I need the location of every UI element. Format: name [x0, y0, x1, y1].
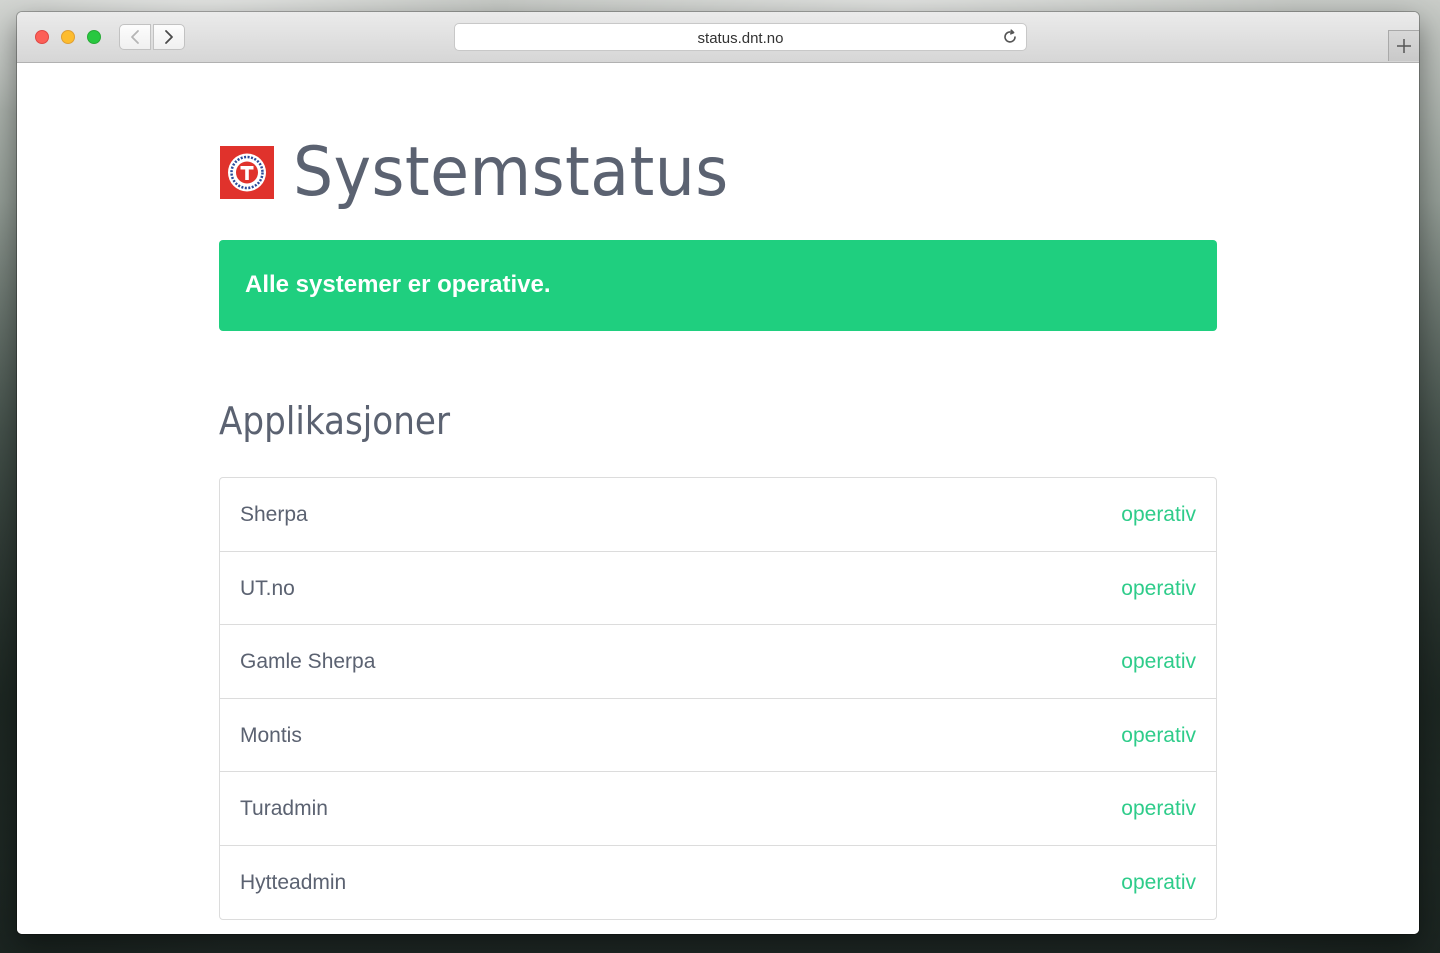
app-name: Hytteadmin	[240, 870, 347, 894]
status-banner: Alle systemer er operative.	[219, 240, 1217, 331]
section-title-applications: Applikasjoner	[219, 399, 451, 443]
browser-window: status.dnt.no Systemstatus Alle systemer…	[17, 12, 1419, 934]
window-zoom-button[interactable]	[87, 30, 101, 44]
status-badge: operativ	[1121, 576, 1196, 600]
list-item: Turadmin operativ	[220, 772, 1216, 846]
dnt-logo[interactable]	[220, 146, 274, 199]
application-list: Sherpa operativ UT.no operativ Gamle She…	[219, 477, 1217, 920]
chevron-left-icon	[131, 30, 139, 44]
status-badge: operativ	[1121, 797, 1196, 820]
list-item: Gamle Sherpa operativ	[220, 625, 1216, 699]
status-banner-text: Alle systemer er operative.	[245, 271, 551, 298]
app-name: Montis	[240, 723, 302, 747]
dnt-logo-icon	[220, 146, 274, 199]
browser-toolbar: status.dnt.no	[17, 12, 1419, 63]
url-text: status.dnt.no	[697, 30, 784, 47]
forward-button[interactable]	[153, 24, 185, 50]
window-close-button[interactable]	[35, 30, 49, 44]
app-name: Sherpa	[240, 503, 308, 526]
window-minimize-button[interactable]	[61, 30, 75, 44]
page-title: Systemstatus	[293, 133, 729, 212]
list-item: Sherpa operativ	[220, 478, 1216, 552]
app-name: UT.no	[240, 576, 295, 600]
page-content: Systemstatus Alle systemer er operative.…	[17, 63, 1419, 934]
status-badge: operativ	[1121, 723, 1196, 747]
reload-icon	[1004, 29, 1016, 43]
list-item: Hytteadmin operativ	[220, 846, 1216, 920]
app-name: Turadmin	[240, 797, 328, 820]
status-badge: operativ	[1121, 650, 1196, 673]
new-tab-button[interactable]	[1388, 30, 1419, 61]
chevron-right-icon	[165, 30, 173, 44]
list-item: Montis operativ	[220, 699, 1216, 772]
status-badge: operativ	[1121, 870, 1196, 894]
reload-button[interactable]	[1001, 28, 1019, 51]
status-badge: operativ	[1121, 503, 1196, 526]
app-name: Gamle Sherpa	[240, 650, 376, 673]
plus-icon	[1397, 39, 1411, 53]
address-bar[interactable]: status.dnt.no	[454, 23, 1027, 51]
back-button[interactable]	[119, 24, 151, 50]
list-item: UT.no operativ	[220, 552, 1216, 625]
